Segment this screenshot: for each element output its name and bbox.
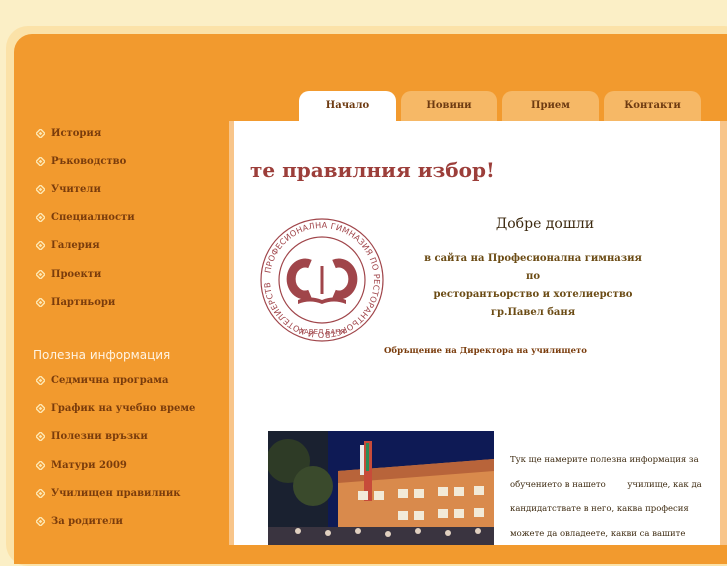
sidebar-item-useful-links[interactable]: Полезни връзки: [36, 431, 148, 447]
info-line: можете да овладеете, какви са вашите: [510, 528, 686, 539]
sidebar-item-label: Галерия: [51, 240, 100, 251]
page-headline: те правилния избор!: [250, 158, 495, 182]
diamond-bullet-icon: [36, 432, 45, 441]
diamond-bullet-icon: [36, 376, 45, 385]
sidebar-item-label: Ръководство: [51, 156, 127, 167]
sidebar-item-label: Полезни връзки: [51, 431, 148, 442]
sidebar-item-label: Учители: [51, 184, 101, 195]
sidebar-item-school-rules[interactable]: Училищен правилник: [36, 488, 180, 504]
school-building-photo: [268, 431, 494, 545]
diamond-bullet-icon: [36, 461, 45, 470]
school-line-1: в сайта на Професионална гимназия по: [424, 253, 642, 282]
sidebar-item-label: График на учебно време: [51, 403, 196, 414]
info-line: кандидатствате в него, каква професия: [510, 504, 689, 514]
useful-info-title: Полезна информация: [33, 348, 171, 362]
sidebar-item-partners[interactable]: Партньори: [36, 297, 115, 313]
tab-contacts[interactable]: Контакти: [604, 91, 701, 123]
diamond-bullet-icon: [36, 298, 45, 307]
sidebar-item-specialties[interactable]: Специалности: [36, 212, 135, 228]
sidebar-item-teachers[interactable]: Учители: [36, 184, 101, 200]
welcome-heading: Добре дошли: [495, 216, 595, 232]
diamond-bullet-icon: [36, 185, 45, 194]
sidebar-item-label: За родители: [51, 516, 123, 527]
school-name-text: в сайта на Професионална гимназия по рес…: [418, 250, 648, 322]
director-address-link[interactable]: Обръщение на Директора на училището: [384, 346, 587, 356]
sidebar-item-management[interactable]: Ръководство: [36, 156, 126, 172]
diamond-bullet-icon: [36, 157, 45, 166]
school-line-2: ресторантьорство и хотелиерство: [433, 289, 633, 300]
diamond-bullet-icon: [36, 404, 45, 413]
diamond-bullet-icon: [36, 241, 45, 250]
info-line: обучението в нашето училище, как да: [510, 479, 702, 490]
sidebar-item-weekly-schedule[interactable]: Седмична програма: [36, 375, 168, 391]
sidebar-item-for-parents[interactable]: За родители: [36, 516, 123, 532]
sidebar-item-label: История: [51, 128, 102, 139]
sidebar-item-label: Проекти: [51, 269, 102, 280]
diamond-bullet-icon: [36, 213, 45, 222]
sidebar-item-label: Партньори: [51, 297, 116, 308]
sidebar-item-history[interactable]: История: [36, 128, 101, 144]
sidebar-item-gallery[interactable]: Галерия: [36, 240, 100, 256]
tab-admission[interactable]: Прием: [502, 91, 599, 123]
diamond-bullet-icon: [36, 270, 45, 279]
school-line-3: гр.Павел баня: [490, 307, 576, 318]
logo-bottom-text: ПАВЕЛ БАНЯ: [299, 328, 346, 336]
sidebar-item-label: Училищен правилник: [51, 488, 181, 499]
diamond-bullet-icon: [36, 129, 45, 138]
sidebar-item-label: Седмична програма: [51, 375, 169, 386]
sidebar-item-exams-2009[interactable]: Матури 2009: [36, 460, 127, 476]
sidebar-item-school-calendar[interactable]: График на учебно време: [36, 403, 195, 419]
tab-home[interactable]: Начало: [299, 91, 396, 123]
sidebar-item-label: Матури 2009: [51, 460, 127, 471]
school-logo: ПРОФЕСИОНАЛНА ГИМНАЗИЯ ПО РЕСТОРАНТЬОРСТ…: [258, 216, 384, 342]
diamond-bullet-icon: [36, 517, 45, 526]
sidebar-item-label: Специалности: [51, 212, 135, 223]
info-line: Тук ще намерите полезна информация за: [510, 455, 699, 465]
tab-news[interactable]: Новини: [401, 91, 497, 123]
info-paragraph: Тук ще намерите полезна информация за об…: [510, 448, 702, 546]
sidebar-item-projects[interactable]: Проекти: [36, 269, 101, 285]
diamond-bullet-icon: [36, 489, 45, 498]
